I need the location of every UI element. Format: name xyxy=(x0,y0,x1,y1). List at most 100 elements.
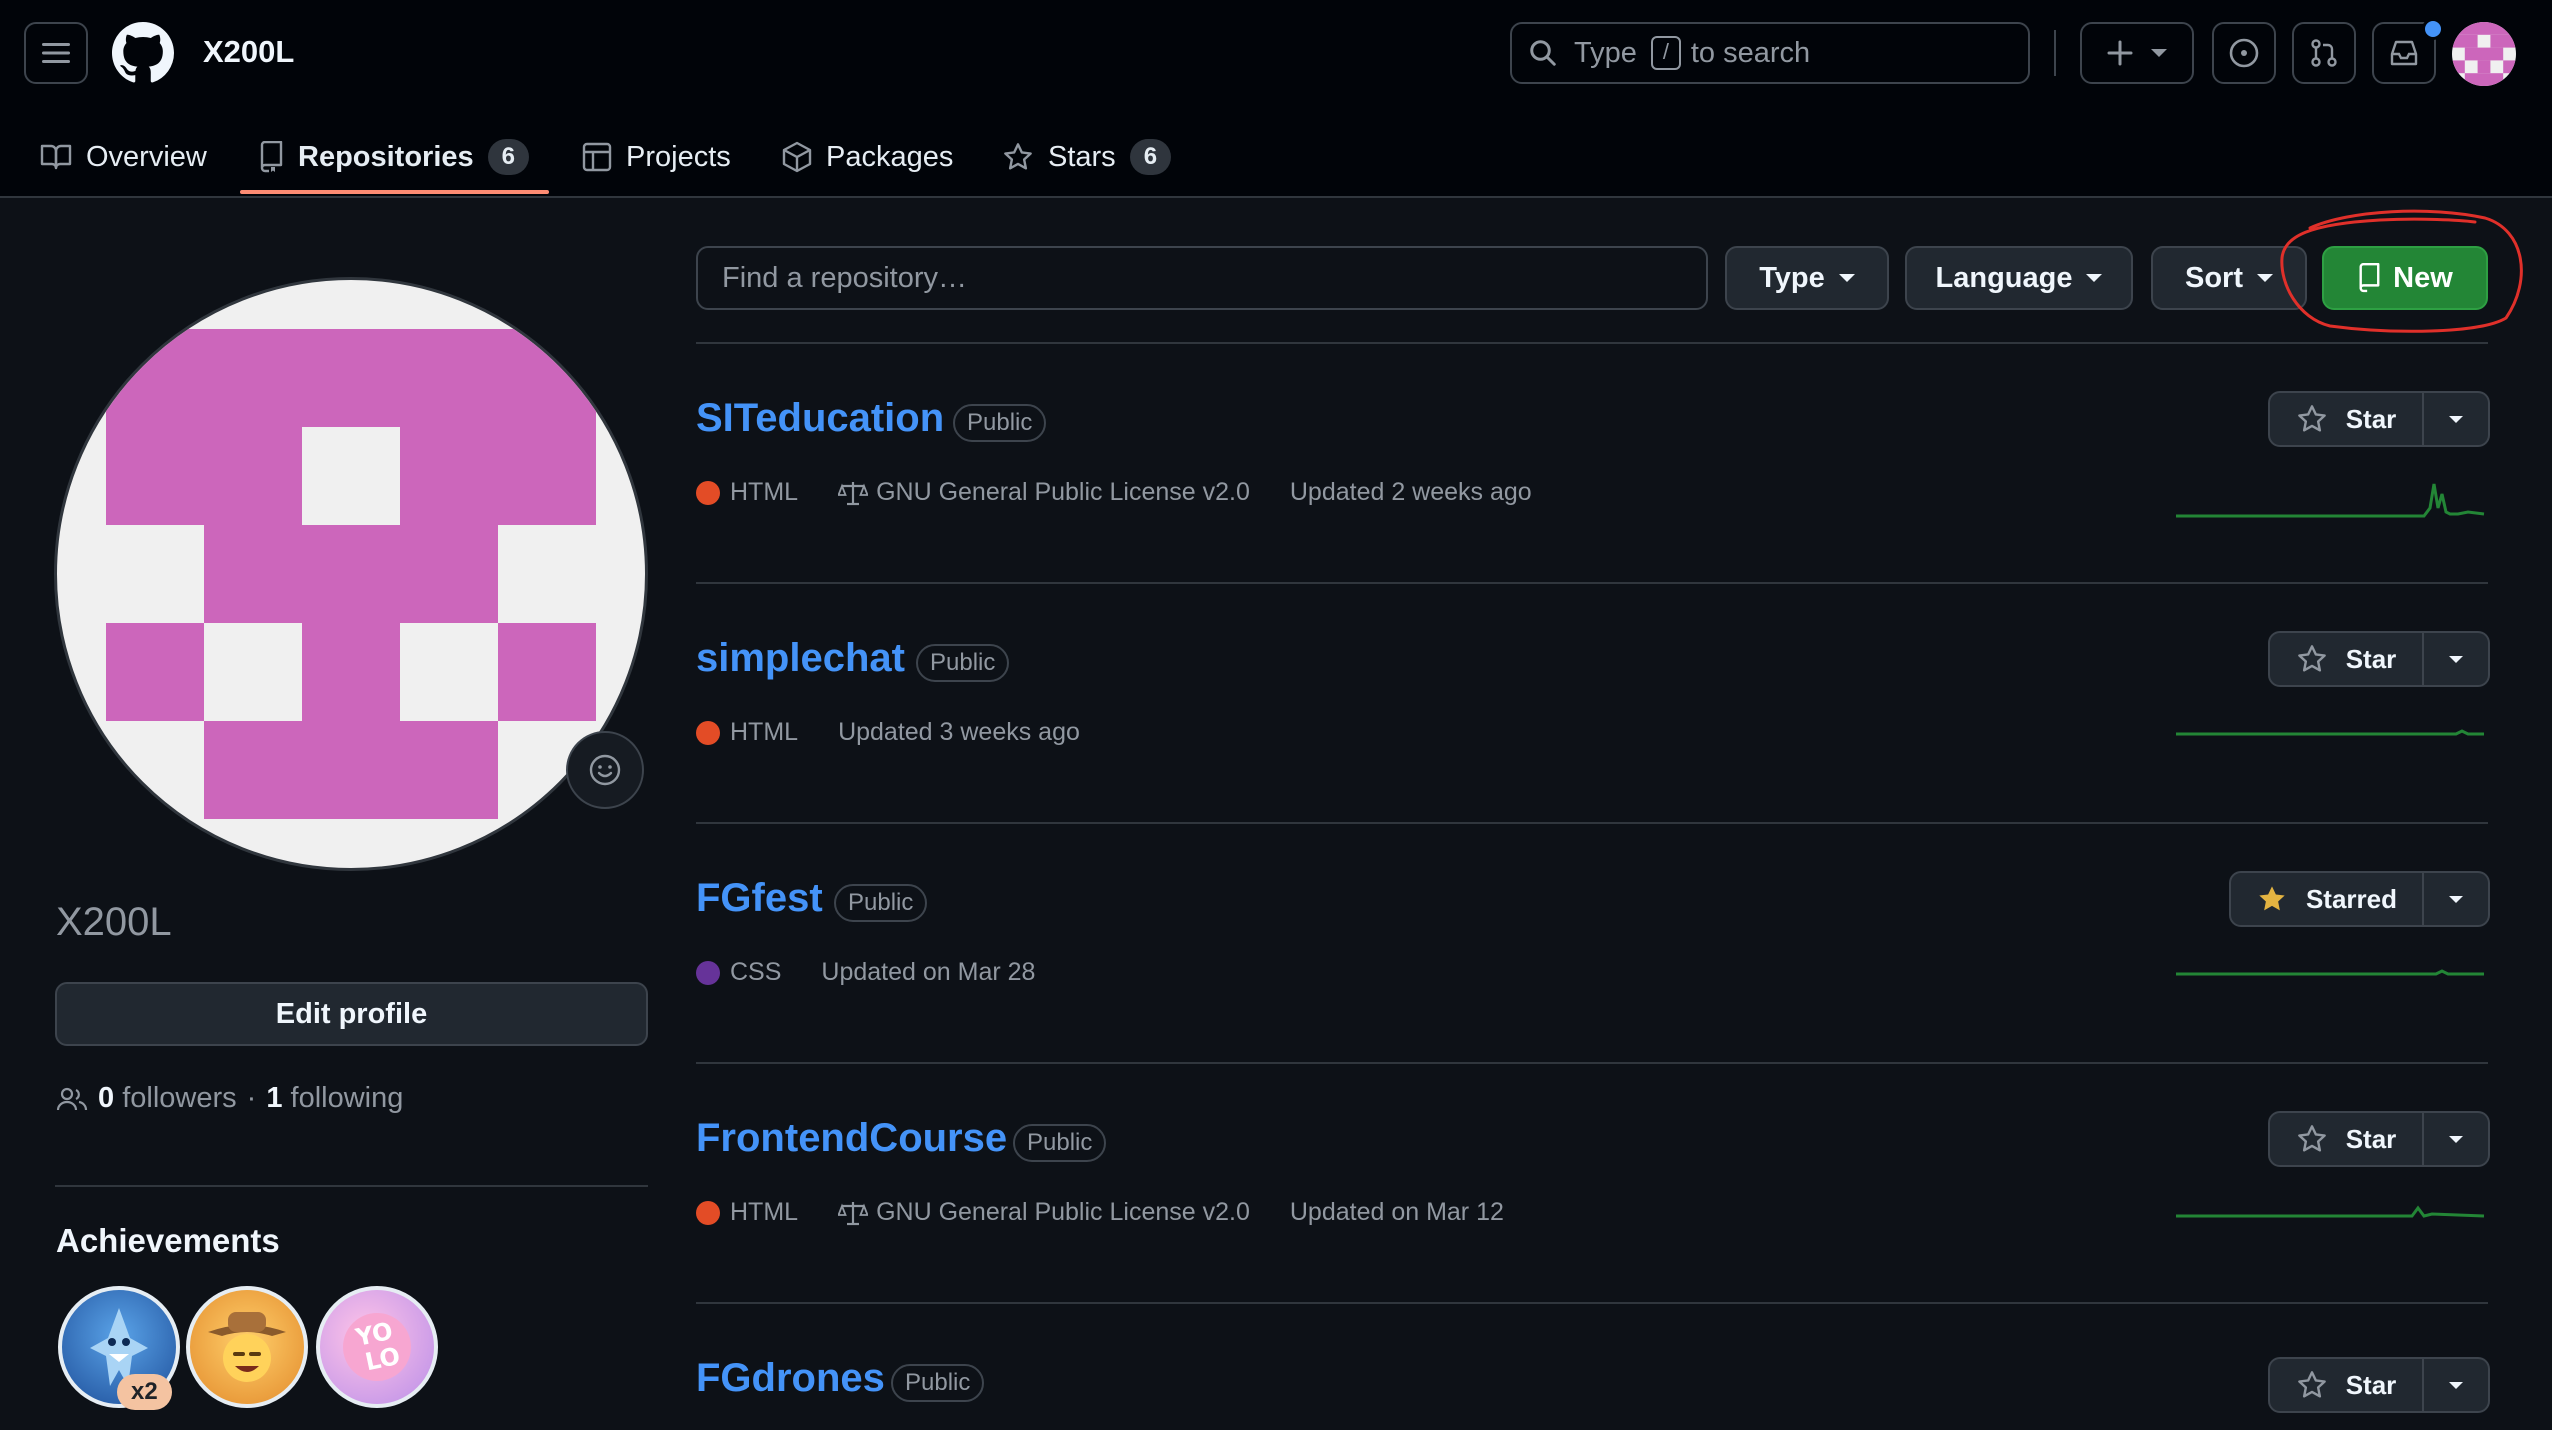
followers-label: followers xyxy=(122,1082,237,1114)
visibility-badge: Public xyxy=(916,644,1010,682)
star-label: Star xyxy=(2345,1369,2397,1400)
create-new-button[interactable] xyxy=(2080,22,2194,84)
tab-label: Packages xyxy=(826,140,954,173)
caret-down-icon xyxy=(2086,274,2103,282)
github-logo[interactable] xyxy=(112,22,174,84)
find-repository-input[interactable]: Find a repository… xyxy=(696,246,1708,310)
smiley-icon xyxy=(589,754,621,786)
star-button[interactable]: Star xyxy=(2268,1357,2424,1413)
language-filter-button[interactable]: Language xyxy=(1905,246,2133,310)
tab-overview[interactable]: Overview xyxy=(40,120,207,194)
repo-link[interactable]: simplechat xyxy=(696,636,905,681)
repo-language: CSS xyxy=(730,958,782,986)
star-label: Starred xyxy=(2305,883,2398,914)
star-label: Star xyxy=(2345,403,2397,434)
star-list-dropdown[interactable] xyxy=(2424,1357,2490,1413)
profile-avatar[interactable] xyxy=(54,277,648,871)
search-icon xyxy=(1530,40,1556,66)
following-label: following xyxy=(290,1082,404,1114)
type-filter-button[interactable]: Type xyxy=(1725,246,1889,310)
issues-icon xyxy=(2229,38,2259,68)
repo-meta: HTML GNU General Public License v2.0 Upd… xyxy=(696,1198,1504,1227)
unstar-button[interactable]: Starred xyxy=(2229,871,2424,927)
caret-down-icon xyxy=(2449,895,2463,903)
star-list-dropdown[interactable] xyxy=(2424,631,2490,687)
star-list-dropdown[interactable] xyxy=(2424,871,2490,927)
achievements-heading: Achievements xyxy=(56,1222,280,1259)
repo-divider xyxy=(696,1062,2488,1064)
star-button[interactable]: Star xyxy=(2268,631,2424,687)
avatar[interactable] xyxy=(2452,22,2516,86)
star-icon xyxy=(2297,645,2326,672)
star-button-group: Star xyxy=(2268,391,2490,447)
followers-link[interactable]: 0 followers xyxy=(98,1082,237,1115)
header-divider xyxy=(2054,30,2056,76)
repo-link[interactable]: FGdrones xyxy=(696,1356,885,1401)
visibility-badge: Public xyxy=(834,884,928,922)
visibility-badge: Public xyxy=(891,1364,985,1402)
type-filter-label: Type xyxy=(1759,261,1825,294)
profile-login: X200L xyxy=(56,900,172,944)
repo-icon xyxy=(260,141,283,173)
book-icon xyxy=(40,144,72,170)
tab-label: Overview xyxy=(86,140,207,173)
follow-stats: 0 followers · 1 following xyxy=(56,1082,403,1115)
people-icon xyxy=(56,1087,88,1110)
star-icon xyxy=(2297,1125,2326,1152)
repo-language: HTML xyxy=(730,478,799,506)
set-status-button[interactable] xyxy=(566,731,644,809)
star-button-group: Star xyxy=(2268,631,2490,687)
context-owner[interactable]: X200L xyxy=(203,34,294,70)
star-icon xyxy=(2297,405,2326,432)
annotation-circle xyxy=(2280,209,2523,333)
following-count: 1 xyxy=(266,1082,283,1114)
pull-requests-button[interactable] xyxy=(2292,22,2356,84)
search-box[interactable]: Type / to search xyxy=(1510,22,2030,84)
caret-down-icon xyxy=(1838,274,1855,282)
achievement-yolo-badge[interactable]: YO LO xyxy=(316,1286,438,1408)
visibility-badge: Public xyxy=(1013,1124,1107,1162)
repo-license: GNU General Public License v2.0 xyxy=(876,1198,1250,1226)
star-button-group: Star xyxy=(2268,1111,2490,1167)
tab-packages[interactable]: Packages xyxy=(782,120,953,194)
edit-profile-button[interactable]: Edit profile xyxy=(55,982,648,1046)
tab-count: 6 xyxy=(487,139,530,175)
star-icon xyxy=(1004,143,1032,170)
achievement-multiplier: x2 xyxy=(117,1374,172,1410)
tab-repositories[interactable]: Repositories 6 xyxy=(258,120,530,194)
star-icon xyxy=(2297,1371,2326,1398)
repo-link[interactable]: SITeducation xyxy=(696,396,944,441)
activity-sparkline xyxy=(2176,1205,2485,1218)
star-list-dropdown[interactable] xyxy=(2424,1111,2490,1167)
global-header: X200L Type / to search Overview Reposito… xyxy=(0,0,2552,198)
issues-button[interactable] xyxy=(2212,22,2276,84)
activity-sparkline xyxy=(2176,483,2485,518)
repo-link[interactable]: FGfest xyxy=(696,876,823,921)
follow-separator: · xyxy=(246,1082,257,1114)
tab-label: Repositories xyxy=(298,140,474,173)
tab-label: Stars xyxy=(1048,140,1116,173)
language-color-dot xyxy=(696,960,720,985)
star-list-dropdown[interactable] xyxy=(2424,391,2490,447)
star-button[interactable]: Star xyxy=(2268,1111,2424,1167)
star-button-group: Starred xyxy=(2229,871,2490,927)
language-color-dot xyxy=(696,1200,720,1225)
activity-sparkline xyxy=(2176,729,2484,736)
repo-updated: Updated 2 weeks ago xyxy=(1289,478,1532,506)
pull-requests-icon xyxy=(2311,39,2337,67)
following-link[interactable]: 1 following xyxy=(266,1082,403,1115)
search-suffix: to search xyxy=(1690,36,1811,69)
tab-projects[interactable]: Projects xyxy=(582,120,731,194)
star-button-group: Star xyxy=(2268,1357,2490,1413)
star-button[interactable]: Star xyxy=(2268,391,2424,447)
followers-count: 0 xyxy=(98,1082,115,1114)
list-top-divider xyxy=(696,342,2488,344)
achievement-cowboy-badge[interactable] xyxy=(186,1286,308,1408)
tab-stars[interactable]: Stars 6 xyxy=(1002,120,1172,194)
language-filter-label: Language xyxy=(1935,261,2073,294)
menu-button[interactable] xyxy=(24,22,88,84)
caret-down-icon xyxy=(2449,415,2463,423)
caret-down-icon xyxy=(2449,1381,2463,1389)
visibility-badge: Public xyxy=(953,404,1047,442)
repo-link[interactable]: FrontendCourse xyxy=(696,1116,1007,1161)
